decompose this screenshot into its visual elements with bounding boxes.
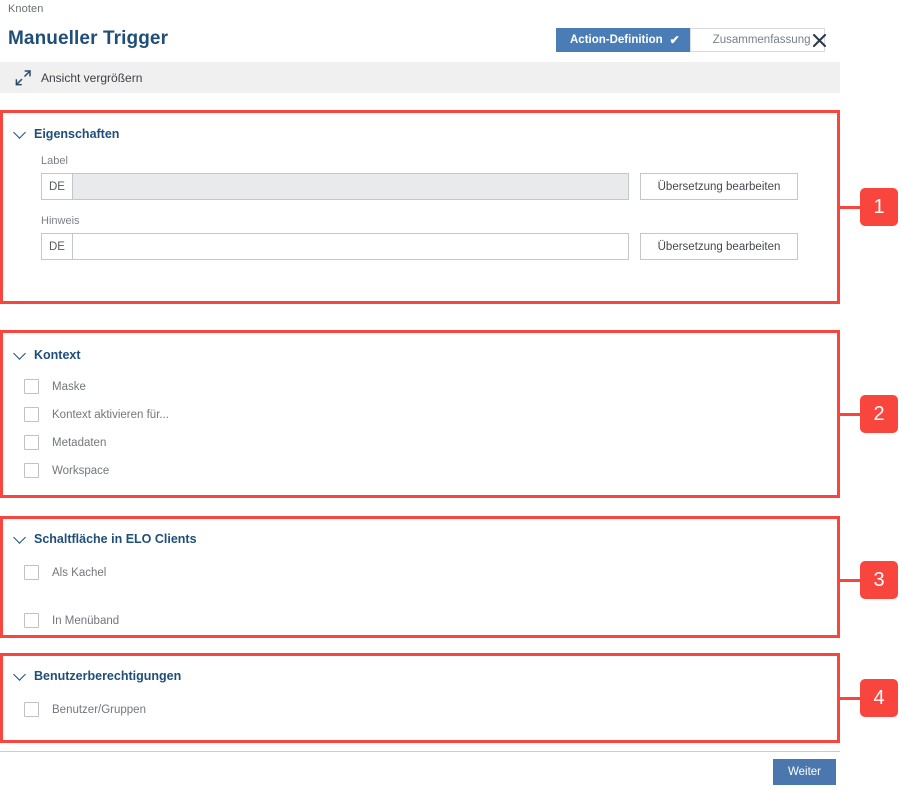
- annotation-number: 3: [860, 561, 898, 599]
- lang-prefix-de: DE: [41, 173, 72, 200]
- section-benutzerberechtigungen-title: Benutzerberechtigungen: [34, 669, 182, 683]
- checkbox-kontext-aktivieren-label: Kontext aktivieren für...: [52, 408, 169, 421]
- checkbox-metadaten-label: Metadaten: [52, 436, 107, 449]
- checkbox-in-menueband[interactable]: [24, 613, 39, 628]
- label-input[interactable]: [72, 173, 629, 200]
- section-eigenschaften: Eigenschaften Label DE Übersetzung bearb…: [0, 110, 840, 304]
- next-button[interactable]: Weiter: [773, 759, 836, 785]
- annotation-line: [840, 578, 860, 582]
- section-eigenschaften-header[interactable]: Eigenschaften: [3, 113, 837, 155]
- annotation-line: [840, 412, 860, 416]
- section-eigenschaften-title: Eigenschaften: [34, 127, 120, 141]
- tab-action-definition[interactable]: Action-Definition ✔: [556, 28, 702, 52]
- hinweis-input[interactable]: [72, 233, 629, 260]
- edit-translation-hinweis-button[interactable]: Übersetzung bearbeiten: [640, 233, 798, 260]
- checkbox-row-in-menueband: In Menüband: [24, 613, 837, 628]
- section-schaltflaeche-title: Schaltfläche in ELO Clients: [34, 532, 197, 546]
- checkbox-row-metadaten: Metadaten: [24, 435, 837, 450]
- annotation-marker-1: 1: [840, 188, 898, 226]
- section-benutzerberechtigungen-header[interactable]: Benutzerberechtigungen: [3, 656, 837, 696]
- page-title: Manueller Trigger: [8, 28, 169, 49]
- annotation-line: [840, 205, 860, 209]
- tab-action-definition-label: Action-Definition: [570, 34, 663, 46]
- expand-view-icon[interactable]: [14, 69, 32, 87]
- checkbox-row-kontext-aktivieren: Kontext aktivieren für...: [24, 407, 837, 422]
- section-kontext: Kontext Maske Kontext aktivieren für... …: [0, 330, 840, 498]
- section-kontext-title: Kontext: [34, 348, 81, 362]
- checkbox-workspace[interactable]: [24, 463, 39, 478]
- view-toolbar: Ansicht vergrößern: [0, 62, 840, 93]
- checkbox-row-workspace: Workspace: [24, 463, 837, 478]
- annotation-marker-4: 4: [840, 679, 898, 717]
- tab-zusammenfassung-label: Zusammenfassung: [712, 34, 811, 46]
- checkbox-in-menueband-label: In Menüband: [52, 614, 120, 627]
- dialog-window: Knoten Manueller Trigger Action-Definiti…: [0, 0, 902, 790]
- checkbox-als-kachel[interactable]: [24, 565, 39, 580]
- section-schaltflaeche-header[interactable]: Schaltfläche in ELO Clients: [3, 519, 837, 559]
- checkbox-maske-label: Maske: [52, 380, 86, 393]
- tab-zusammenfassung[interactable]: Zusammenfassung: [689, 28, 826, 52]
- chevron-down-icon: [13, 346, 26, 360]
- section-kontext-header[interactable]: Kontext: [3, 333, 837, 377]
- expand-view-label: Ansicht vergrößern: [41, 70, 143, 85]
- footer-divider: [0, 751, 840, 752]
- close-icon[interactable]: [808, 29, 830, 51]
- checkbox-workspace-label: Workspace: [52, 464, 110, 477]
- wizard-steps: Action-Definition ✔ Zusammenfassung: [556, 28, 826, 52]
- field-row-hinweis: DE Übersetzung bearbeiten: [41, 233, 837, 260]
- checkbox-row-benutzer-gruppen: Benutzer/Gruppen: [24, 702, 837, 717]
- field-label-label: Label: [41, 155, 68, 167]
- chevron-down-icon: [13, 125, 26, 139]
- checkbox-als-kachel-label: Als Kachel: [52, 566, 107, 579]
- checkbox-row-maske: Maske: [24, 379, 837, 394]
- chevron-down-icon: [13, 530, 26, 544]
- checkbox-benutzer-gruppen-label: Benutzer/Gruppen: [52, 703, 146, 716]
- checkbox-metadaten[interactable]: [24, 435, 39, 450]
- checkbox-kontext-aktivieren[interactable]: [24, 407, 39, 422]
- field-row-label: DE Übersetzung bearbeiten: [41, 173, 837, 200]
- annotation-number: 4: [860, 679, 898, 717]
- chevron-down-icon: [13, 667, 26, 681]
- edit-translation-label-button[interactable]: Übersetzung bearbeiten: [640, 173, 798, 200]
- check-icon: ✔: [669, 33, 680, 47]
- annotation-marker-2: 2: [840, 395, 898, 433]
- annotation-marker-3: 3: [840, 561, 898, 599]
- section-schaltflaeche: Schaltfläche in ELO Clients Als Kachel I…: [0, 516, 840, 638]
- annotation-number: 1: [860, 188, 898, 226]
- annotation-number: 2: [860, 395, 898, 433]
- checkbox-benutzer-gruppen[interactable]: [24, 702, 39, 717]
- field-label-hinweis: Hinweis: [41, 215, 80, 227]
- checkbox-row-als-kachel: Als Kachel: [24, 565, 837, 580]
- checkbox-maske[interactable]: [24, 379, 39, 394]
- section-benutzerberechtigungen: Benutzerberechtigungen Benutzer/Gruppen: [0, 653, 840, 743]
- annotation-line: [840, 696, 860, 700]
- lang-prefix-de: DE: [41, 233, 72, 260]
- breadcrumb: Knoten: [8, 3, 44, 15]
